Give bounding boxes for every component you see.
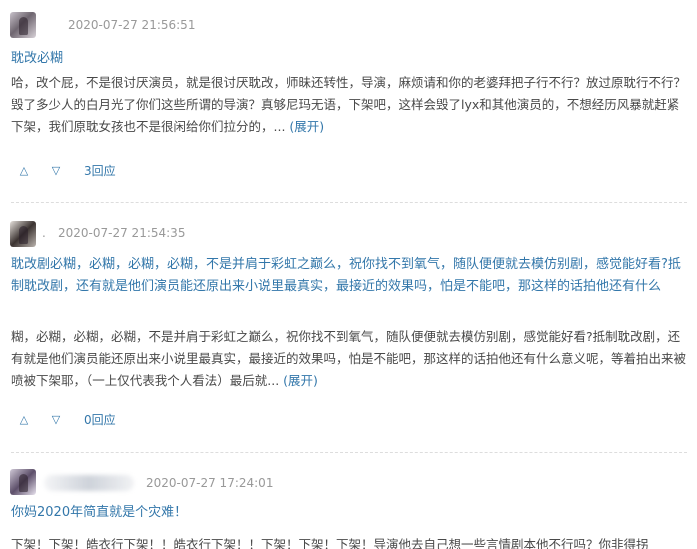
review-header: 2020-07-27 21:56:51	[0, 8, 697, 40]
review-title[interactable]: 耽改必糊	[11, 48, 689, 70]
review-body: 糊，必糊，必糊，必糊，不是并肩于彩虹之巅么，祝你找不到氧气，随队便便就去模仿别剧…	[11, 326, 689, 392]
review-header: . 2020-07-27 21:54:35	[0, 218, 697, 250]
divider	[11, 452, 687, 453]
avatar[interactable]	[10, 221, 36, 247]
review-body: 哈，改个屁，不是很讨厌演员，就是很讨厌耽改，师昧还转性，导演，麻烦请和你的老婆拜…	[11, 72, 689, 138]
divider	[11, 202, 687, 203]
review-body: 下架！下架！皓衣行下架！！皓衣行下架！！下架！下架！下架！导演他去自己想一些言情…	[11, 537, 649, 549]
reply-count-link[interactable]: 3回应	[84, 162, 116, 179]
triangle-down-icon[interactable]: ▽	[47, 162, 65, 178]
review-item: 2020-07-27 21:56:51 耽改必糊 哈，改个屁，不是很讨厌演员，就…	[0, 0, 697, 200]
review-title[interactable]: 你妈2020年简直就是个灾难！	[11, 502, 689, 524]
review-item: . 2020-07-27 21:54:35 耽改剧必糊，必糊，必糊，必糊，不是并…	[0, 212, 697, 452]
review-title[interactable]: 耽改剧必糊，必糊，必糊，必糊，不是并肩于彩虹之巅么，祝你找不到氧气，随队便便就去…	[11, 254, 689, 298]
triangle-up-icon[interactable]: △	[15, 411, 33, 427]
username[interactable]: .	[42, 226, 46, 240]
avatar[interactable]	[10, 12, 36, 38]
review-header: 2020-07-27 17:24:01	[0, 466, 697, 498]
expand-link[interactable]: (展开)	[283, 373, 318, 388]
expand-link[interactable]: (展开)	[289, 119, 324, 134]
review-timestamp: 2020-07-27 21:54:35	[58, 226, 186, 240]
review-timestamp: 2020-07-27 21:56:51	[68, 18, 196, 32]
triangle-down-icon[interactable]: ▽	[47, 411, 65, 427]
review-item: 2020-07-27 17:24:01 你妈2020年简直就是个灾难！ 下架！下…	[0, 460, 697, 549]
triangle-up-icon[interactable]: △	[15, 162, 33, 178]
reply-count-link[interactable]: 0回应	[84, 411, 116, 428]
avatar[interactable]	[10, 469, 36, 495]
username[interactable]	[44, 475, 134, 491]
review-timestamp: 2020-07-27 17:24:01	[146, 476, 274, 490]
review-body-text: 哈，改个屁，不是很讨厌演员，就是很讨厌耽改，师昧还转性，导演，麻烦请和你的老婆拜…	[11, 75, 687, 134]
vote-bar: △ ▽ 3回应	[11, 160, 211, 182]
vote-bar: △ ▽ 0回应	[11, 409, 211, 431]
review-body-text: 糊，必糊，必糊，必糊，不是并肩于彩虹之巅么，祝你找不到氧气，随队便便就去模仿别剧…	[11, 329, 687, 388]
